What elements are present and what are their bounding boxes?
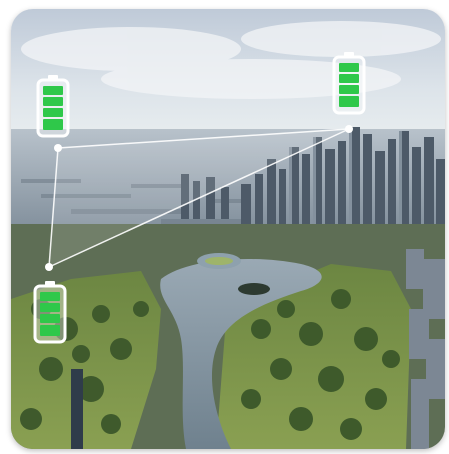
battery-full-icon bbox=[33, 281, 67, 344]
aerial-city-image-card bbox=[11, 9, 445, 449]
node-dot-bottom-left bbox=[45, 263, 53, 271]
river-island-boat bbox=[238, 283, 270, 295]
node-dot-top-left bbox=[54, 144, 62, 152]
aerial-city-scene bbox=[11, 9, 445, 449]
battery-full-icon bbox=[332, 52, 366, 115]
lake-island bbox=[205, 257, 233, 265]
battery-full-icon bbox=[36, 75, 70, 138]
node-dot-top-right bbox=[345, 125, 353, 133]
stadium-stand bbox=[71, 369, 83, 449]
